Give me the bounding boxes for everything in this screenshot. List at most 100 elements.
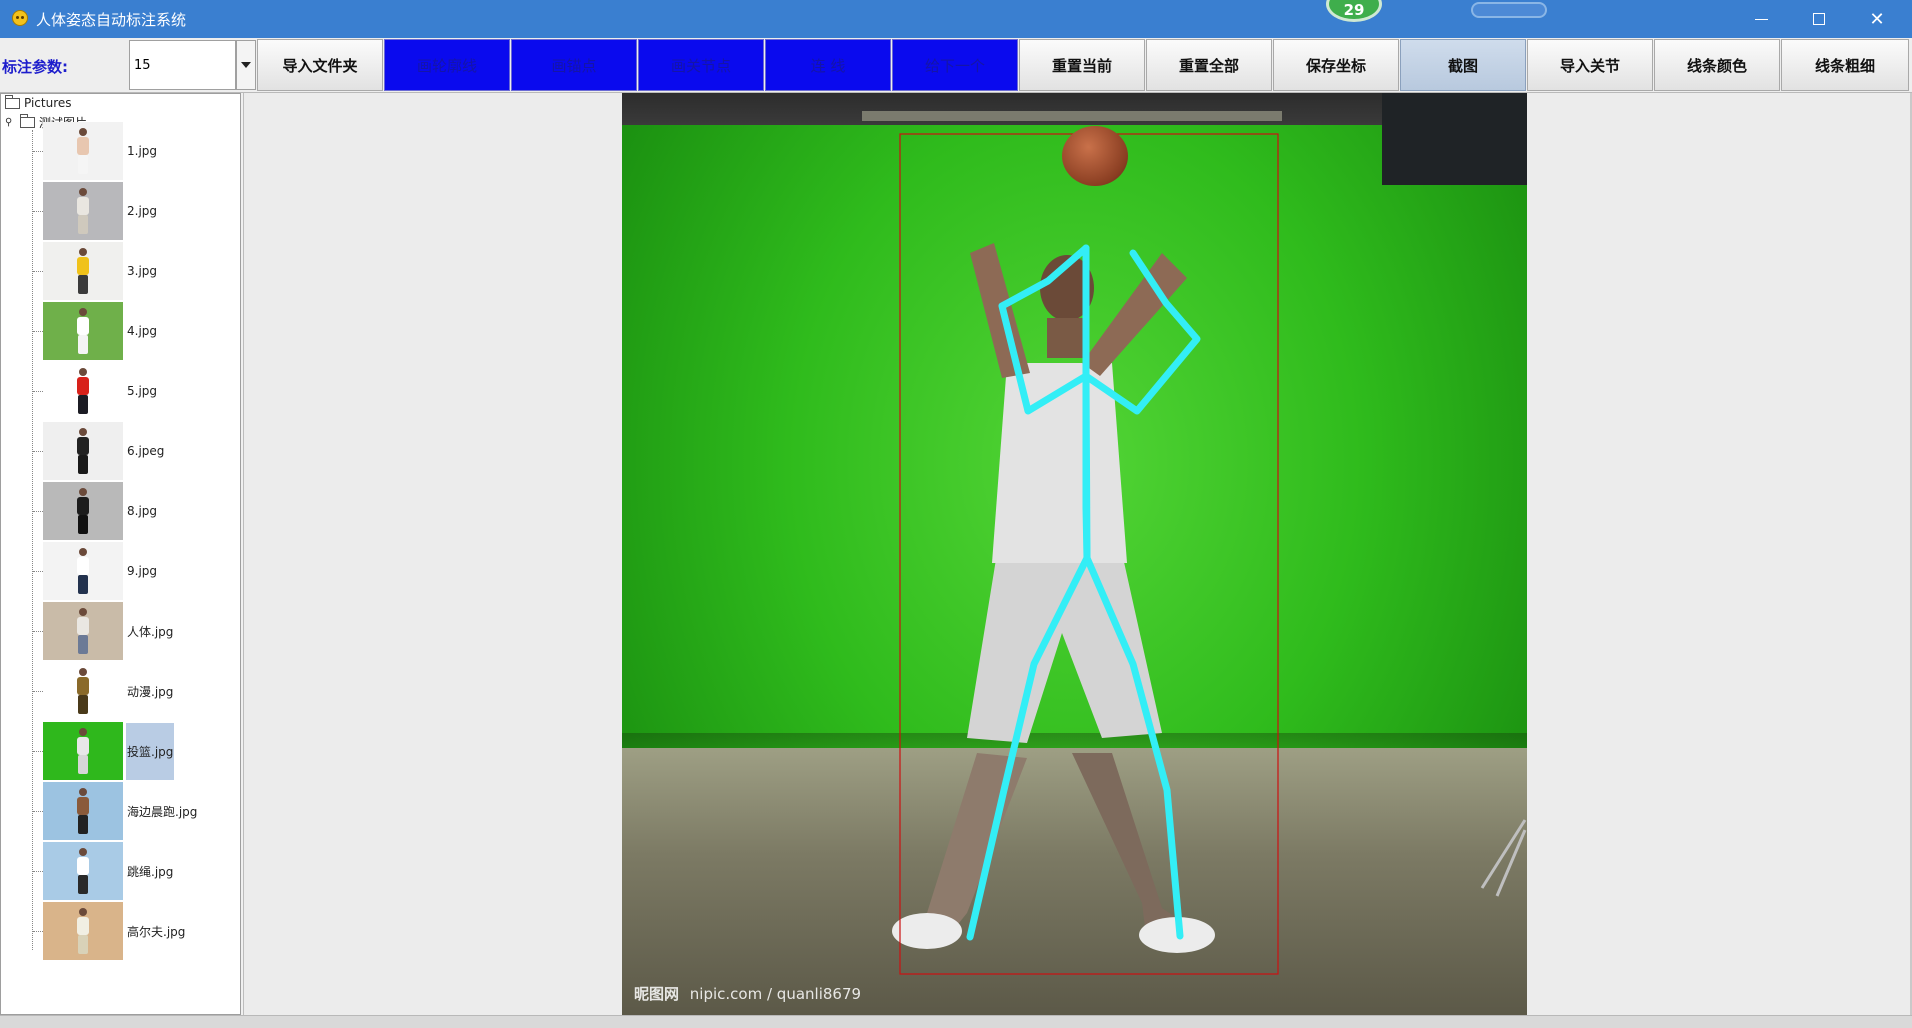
thumbnail-head <box>79 188 87 196</box>
thumbnail-legs <box>78 575 88 594</box>
thumbnail-figure <box>76 668 90 714</box>
thumbnail[interactable] <box>43 782 123 840</box>
param-dropdown-button[interactable] <box>236 40 256 90</box>
thumbnail[interactable] <box>43 662 123 720</box>
draw-joints-button[interactable]: 画关节点 <box>638 39 764 91</box>
tree-item[interactable]: 5.jpg <box>33 362 233 420</box>
tree-item[interactable]: 9.jpg <box>33 542 233 600</box>
thumbnail-figure <box>76 548 90 594</box>
tree-item-label: 跳绳.jpg <box>127 864 174 879</box>
tree-item-label: 3.jpg <box>127 264 158 278</box>
draw-contour-button[interactable]: 画轮廓线 <box>384 39 510 91</box>
param-label: 标注参数: <box>2 58 68 76</box>
tree-connector <box>33 810 43 812</box>
tree-item-label: 2.jpg <box>127 204 158 218</box>
tree-item[interactable]: 4.jpg <box>33 302 233 360</box>
tree-root-label: Pictures <box>24 96 72 110</box>
tree-connector <box>33 930 43 932</box>
thumbnail[interactable] <box>43 902 123 960</box>
thumbnail-legs <box>78 215 88 234</box>
thumbnail-torso <box>77 377 89 395</box>
tree-connector <box>33 150 43 152</box>
thumbnail[interactable] <box>43 722 123 780</box>
tree-root[interactable]: Pictures <box>5 94 72 110</box>
window-title: 人体姿态自动标注系统 <box>36 11 187 29</box>
tree-item-label: 8.jpg <box>127 504 158 518</box>
collapse-toggle-icon[interactable]: ⚲ <box>5 117 14 128</box>
app-icon <box>12 10 28 26</box>
tree-item[interactable]: 8.jpg <box>33 482 233 540</box>
tree-item[interactable]: 1.jpg <box>33 122 233 180</box>
thumbnail-head <box>79 428 87 436</box>
tree-item[interactable]: 6.jpeg <box>33 422 233 480</box>
tree-item[interactable]: 3.jpg <box>33 242 233 300</box>
thumbnail-head <box>79 608 87 616</box>
tree-item[interactable]: 跳绳.jpg <box>33 842 233 900</box>
draw-anchor-button[interactable]: 画锚点 <box>511 39 637 91</box>
tree-item[interactable]: 高尔夫.jpg <box>33 902 233 960</box>
tree-item-label: 9.jpg <box>127 564 158 578</box>
tree-item[interactable]: 动漫.jpg <box>33 662 233 720</box>
thumbnail[interactable] <box>43 602 123 660</box>
tree-item[interactable]: 投篮.jpg <box>33 722 233 780</box>
thumbnail-legs <box>78 695 88 714</box>
thumbnail[interactable] <box>43 542 123 600</box>
tree-item[interactable]: 2.jpg <box>33 182 233 240</box>
thumbnail-figure <box>76 308 90 354</box>
tree-item-label: 高尔夫.jpg <box>127 924 186 939</box>
thumbnail[interactable] <box>43 302 123 360</box>
thumbnail[interactable] <box>43 182 123 240</box>
import-joints-button[interactable]: 导入关节 <box>1527 39 1653 91</box>
thumbnail-torso <box>77 857 89 875</box>
file-tree[interactable]: Pictures ⚲ 测试图片 1.jpg2.jpg3.jpg4.jpg5.jp… <box>0 93 241 1015</box>
thumbnail-legs <box>78 875 88 894</box>
tree-item-label: 1.jpg <box>127 144 158 158</box>
thumbnail-legs <box>78 455 88 474</box>
tree-connector <box>33 210 43 212</box>
line-color-button[interactable]: 线条颜色 <box>1654 39 1780 91</box>
thumbnail-legs <box>78 395 88 414</box>
thumbnail[interactable] <box>43 122 123 180</box>
thumbnail-torso <box>77 677 89 695</box>
tree-connector <box>33 330 43 332</box>
tree-item[interactable]: 人体.jpg <box>33 602 233 660</box>
folder-icon <box>5 94 20 109</box>
screenshot-button[interactable]: 截图 <box>1400 39 1526 91</box>
thumbnail-torso <box>77 317 89 335</box>
image-watermark: 昵图网 nipic.com / quanli8679 <box>634 983 861 1004</box>
thumbnail-head <box>79 308 87 316</box>
close-icon: ✕ <box>1869 8 1885 30</box>
tree-connector <box>33 870 43 872</box>
line-width-button[interactable]: 线条粗细 <box>1781 39 1909 91</box>
thumbnail[interactable] <box>43 842 123 900</box>
tree-item-label: 5.jpg <box>127 384 158 398</box>
thumbnail[interactable] <box>43 422 123 480</box>
thumbnail-head <box>79 548 87 556</box>
thumbnail-head <box>79 848 87 856</box>
maximize-button[interactable] <box>1790 0 1848 38</box>
thumbnail[interactable] <box>43 362 123 420</box>
reset-current-button[interactable]: 重置当前 <box>1019 39 1145 91</box>
close-button[interactable]: ✕ <box>1848 0 1906 38</box>
tree-item[interactable]: 海边晨跑.jpg <box>33 782 233 840</box>
param-input[interactable] <box>129 40 236 90</box>
thumbnail-figure <box>76 848 90 894</box>
thumbnail[interactable] <box>43 242 123 300</box>
save-coords-button[interactable]: 保存坐标 <box>1273 39 1399 91</box>
connect-lines-button[interactable]: 连 线 <box>765 39 891 91</box>
thumbnail-torso <box>77 737 89 755</box>
notification-badge[interactable]: 29 <box>1326 0 1382 22</box>
import-folder-button[interactable]: 导入文件夹 <box>257 39 383 91</box>
thumbnail-figure <box>76 428 90 474</box>
thumbnail-torso <box>77 617 89 635</box>
tree-item-label: 4.jpg <box>127 324 158 338</box>
annotation-canvas[interactable]: 昵图网 nipic.com / quanli8679 <box>622 93 1527 1015</box>
thumbnail-torso <box>77 557 89 575</box>
reset-all-button[interactable]: 重置全部 <box>1146 39 1272 91</box>
minimize-button[interactable] <box>1732 0 1790 38</box>
thumbnail-torso <box>77 137 89 155</box>
next-image-button[interactable]: 给下一个 <box>892 39 1018 91</box>
thumbnail-figure <box>76 248 90 294</box>
tree-connector <box>33 270 43 272</box>
thumbnail[interactable] <box>43 482 123 540</box>
